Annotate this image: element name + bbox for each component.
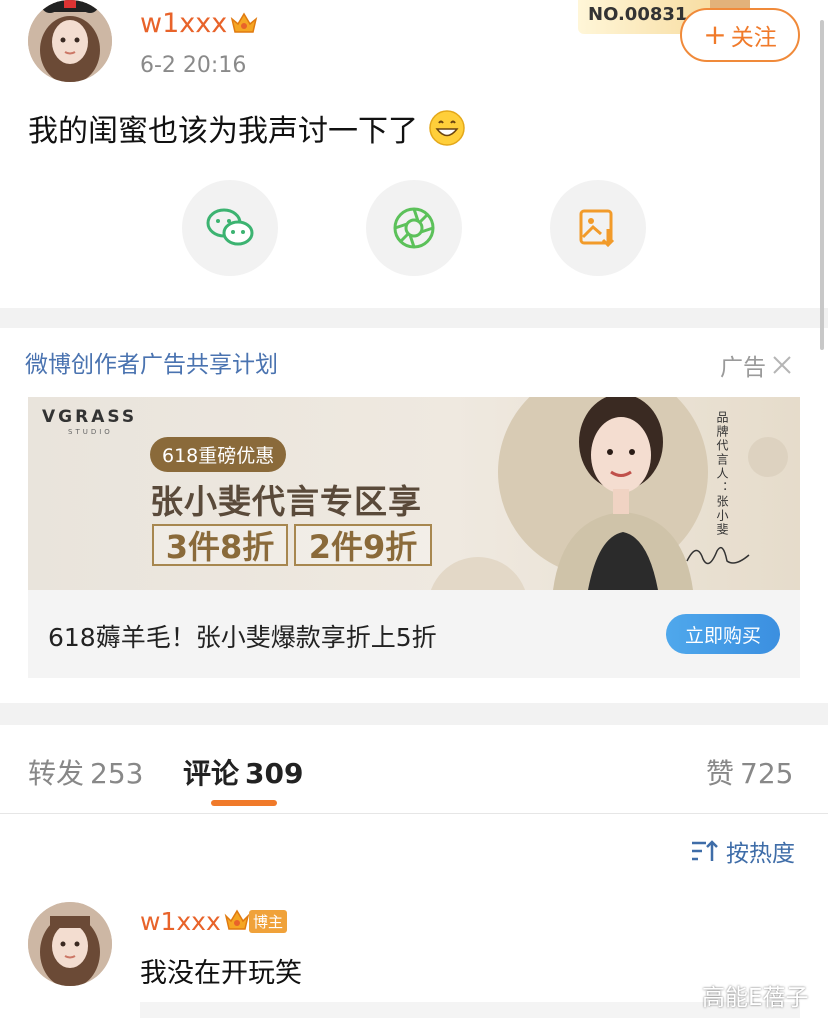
ad-footer[interactable]: 618薅羊毛！张小斐爆款享折上5折 立即购买 — [28, 590, 800, 678]
moments-icon — [393, 207, 435, 249]
watermark: 高能E蓓子 — [702, 985, 809, 1011]
comment-text: 我没在开玩笑 — [140, 958, 302, 989]
save-image-button[interactable] — [550, 180, 646, 276]
ad-program-title[interactable]: 微博创作者广告共享计划 — [25, 345, 278, 379]
banner-studio: STUDIO — [68, 428, 113, 436]
vip-crown-icon — [230, 11, 258, 35]
post-text: 我的闺蜜也该为我声讨一下了 — [28, 106, 466, 150]
tabs-divider — [0, 813, 828, 814]
author-badge: 博主 — [249, 910, 288, 933]
banner-deco-circle-small — [748, 437, 788, 477]
banner-promo-pill: 618重磅优惠 — [150, 437, 287, 472]
section-gap-2 — [0, 703, 828, 725]
follow-label: 关注 — [730, 25, 777, 51]
comment-crown-icon — [224, 908, 250, 936]
wechat-icon — [206, 208, 254, 246]
post-time: 6-2 20:16 — [140, 53, 247, 78]
follow-button[interactable]: + 关注 — [680, 8, 800, 62]
fan-badge-number: NO.00831 — [588, 4, 688, 25]
signature-image — [686, 546, 750, 565]
banner-deco-circle-bottom — [428, 557, 528, 590]
section-gap — [0, 308, 828, 328]
tab-comments-count: 309 — [245, 757, 304, 790]
comment-avatar[interactable] — [28, 902, 112, 986]
ad-label: 广告 — [720, 355, 766, 381]
tab-comments-label: 评论 — [183, 757, 240, 790]
banner-deal-2: 2件9折 — [294, 524, 432, 566]
tab-reposts[interactable]: 转发 253 — [28, 752, 143, 792]
tab-likes-label: 赞 — [706, 757, 735, 790]
tab-reposts-label: 转发 — [28, 757, 85, 790]
post-avatar[interactable] — [28, 0, 112, 82]
banner-vertical-text: 品牌代言人：张小斐 — [715, 411, 729, 537]
post-text-content: 我的闺蜜也该为我声讨一下了 — [28, 114, 418, 149]
tab-likes[interactable]: 赞 725 — [706, 752, 793, 792]
tab-reposts-count: 253 — [90, 757, 144, 790]
comment-username[interactable]: w1xxx — [140, 907, 221, 936]
save-image-icon — [579, 209, 615, 248]
buy-now-button[interactable]: 立即购买 — [666, 614, 780, 654]
plus-icon: + — [703, 18, 727, 51]
post-username[interactable]: w1xxx — [140, 8, 227, 39]
ad-tag[interactable]: 广告 — [720, 348, 792, 382]
banner-deal-1: 3件8折 — [152, 524, 288, 566]
share-wechat-button[interactable] — [182, 180, 278, 276]
reply-preview-box — [140, 1002, 800, 1018]
tab-likes-count: 725 — [740, 757, 794, 790]
banner-headline: 张小斐代言专区享 — [150, 482, 422, 521]
tab-comments[interactable]: 评论 309 — [183, 752, 303, 792]
sort-toggle[interactable]: 按热度 — [690, 834, 795, 868]
sort-icon — [692, 840, 718, 861]
sort-label: 按热度 — [726, 841, 795, 867]
active-tab-indicator — [211, 800, 277, 806]
close-icon[interactable] — [772, 355, 792, 375]
grin-emoji-icon — [428, 109, 466, 147]
ad-banner[interactable]: VGRASS STUDIO 618重磅优惠 张小斐代言专区享 3件8折 2件9折… — [28, 397, 800, 590]
share-moments-button[interactable] — [366, 180, 462, 276]
banner-brand: VGRASS — [42, 407, 138, 427]
ad-footer-text: 618薅羊毛！张小斐爆款享折上5折 — [48, 623, 437, 652]
scrollbar[interactable] — [820, 20, 824, 350]
